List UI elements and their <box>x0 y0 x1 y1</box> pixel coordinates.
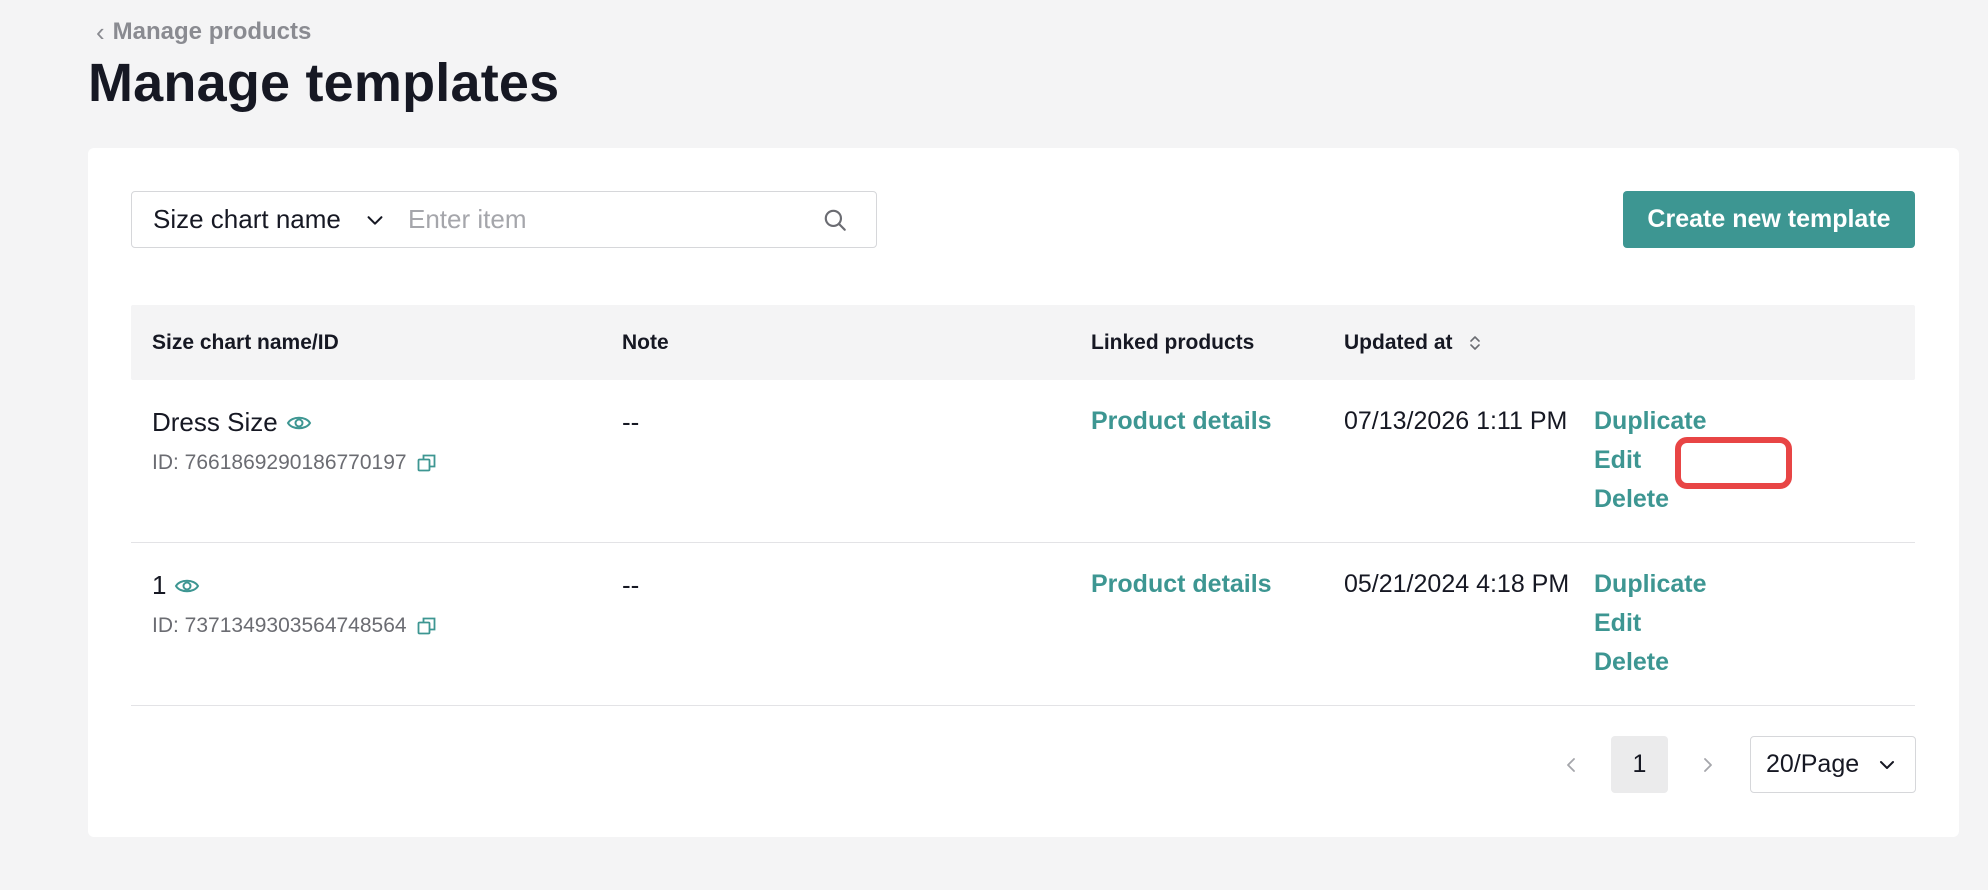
copy-icon[interactable] <box>417 616 437 636</box>
updated-at-cell: 07/13/2026 1:11 PM <box>1344 407 1568 435</box>
edit-button[interactable]: Edit <box>1594 446 1707 474</box>
note-cell: -- <box>622 570 640 600</box>
product-details-link[interactable]: Product details <box>1091 570 1272 599</box>
duplicate-button[interactable]: Duplicate <box>1594 407 1707 435</box>
table-row: 1 ID: 7371349303564748564 -- Product det… <box>131 543 1915 706</box>
chevron-down-icon <box>1880 760 1894 769</box>
delete-button[interactable]: Delete <box>1594 648 1707 676</box>
updated-at-cell: 05/21/2024 4:18 PM <box>1344 570 1570 598</box>
page-title: Manage templates <box>88 53 560 113</box>
name-cell: Dress Size ID: 7661869290186770197 <box>152 407 437 475</box>
duplicate-button[interactable]: Duplicate <box>1594 570 1707 598</box>
chevron-right-icon <box>1704 757 1712 772</box>
sort-icon[interactable] <box>1468 334 1482 352</box>
edit-button[interactable]: Edit <box>1594 609 1707 637</box>
pagination: 1 20/Page <box>1547 736 1916 793</box>
chevron-left-icon: ‹ <box>96 17 105 47</box>
page-size-label: 20/Page <box>1766 750 1860 778</box>
templates-table: Size chart name/ID Note Linked products … <box>131 305 1915 706</box>
prev-page-button[interactable] <box>1547 736 1597 793</box>
search-type-select[interactable]: Size chart name <box>132 192 404 247</box>
table-row: Dress Size ID: 7661869290186770197 -- Pr… <box>131 380 1915 543</box>
note-cell: -- <box>622 407 640 437</box>
search-icon[interactable] <box>822 207 848 233</box>
search-type-label: Size chart name <box>153 204 341 234</box>
create-template-button[interactable]: Create new template <box>1623 191 1915 248</box>
delete-button[interactable]: Delete <box>1594 485 1707 513</box>
template-id: ID: 7661869290186770197 <box>152 451 407 474</box>
search-bar: Size chart name <box>131 191 877 248</box>
search-input[interactable] <box>404 192 822 247</box>
next-page-button[interactable] <box>1682 736 1732 793</box>
column-header-note: Note <box>622 330 669 354</box>
chevron-down-icon <box>367 215 383 225</box>
page-number[interactable]: 1 <box>1611 736 1668 793</box>
breadcrumb[interactable]: ‹ Manage products <box>96 18 311 46</box>
page: ‹ Manage products Manage templates Size … <box>0 0 1988 890</box>
actions-cell: Duplicate Edit Delete <box>1594 570 1707 676</box>
eye-icon[interactable] <box>174 576 200 596</box>
name-cell: 1 ID: 7371349303564748564 <box>152 570 437 638</box>
template-id: ID: 7371349303564748564 <box>152 614 407 637</box>
chevron-left-icon <box>1567 757 1575 772</box>
templates-card: Size chart name Create new template Size… <box>88 148 1959 837</box>
column-header-updated-label: Updated at <box>1344 330 1453 354</box>
column-header-linked: Linked products <box>1091 330 1255 354</box>
product-details-link[interactable]: Product details <box>1091 407 1272 436</box>
breadcrumb-label: Manage products <box>112 18 312 45</box>
table-header: Size chart name/ID Note Linked products … <box>131 305 1915 380</box>
page-size-select[interactable]: 20/Page <box>1750 736 1916 793</box>
template-name: Dress Size <box>152 407 278 437</box>
template-name: 1 <box>152 570 167 600</box>
column-header-name: Size chart name/ID <box>152 330 339 354</box>
copy-icon[interactable] <box>417 453 437 473</box>
column-header-updated[interactable]: Updated at <box>1344 331 1482 355</box>
actions-cell: Duplicate Edit Delete <box>1594 407 1707 513</box>
eye-icon[interactable] <box>286 413 312 433</box>
